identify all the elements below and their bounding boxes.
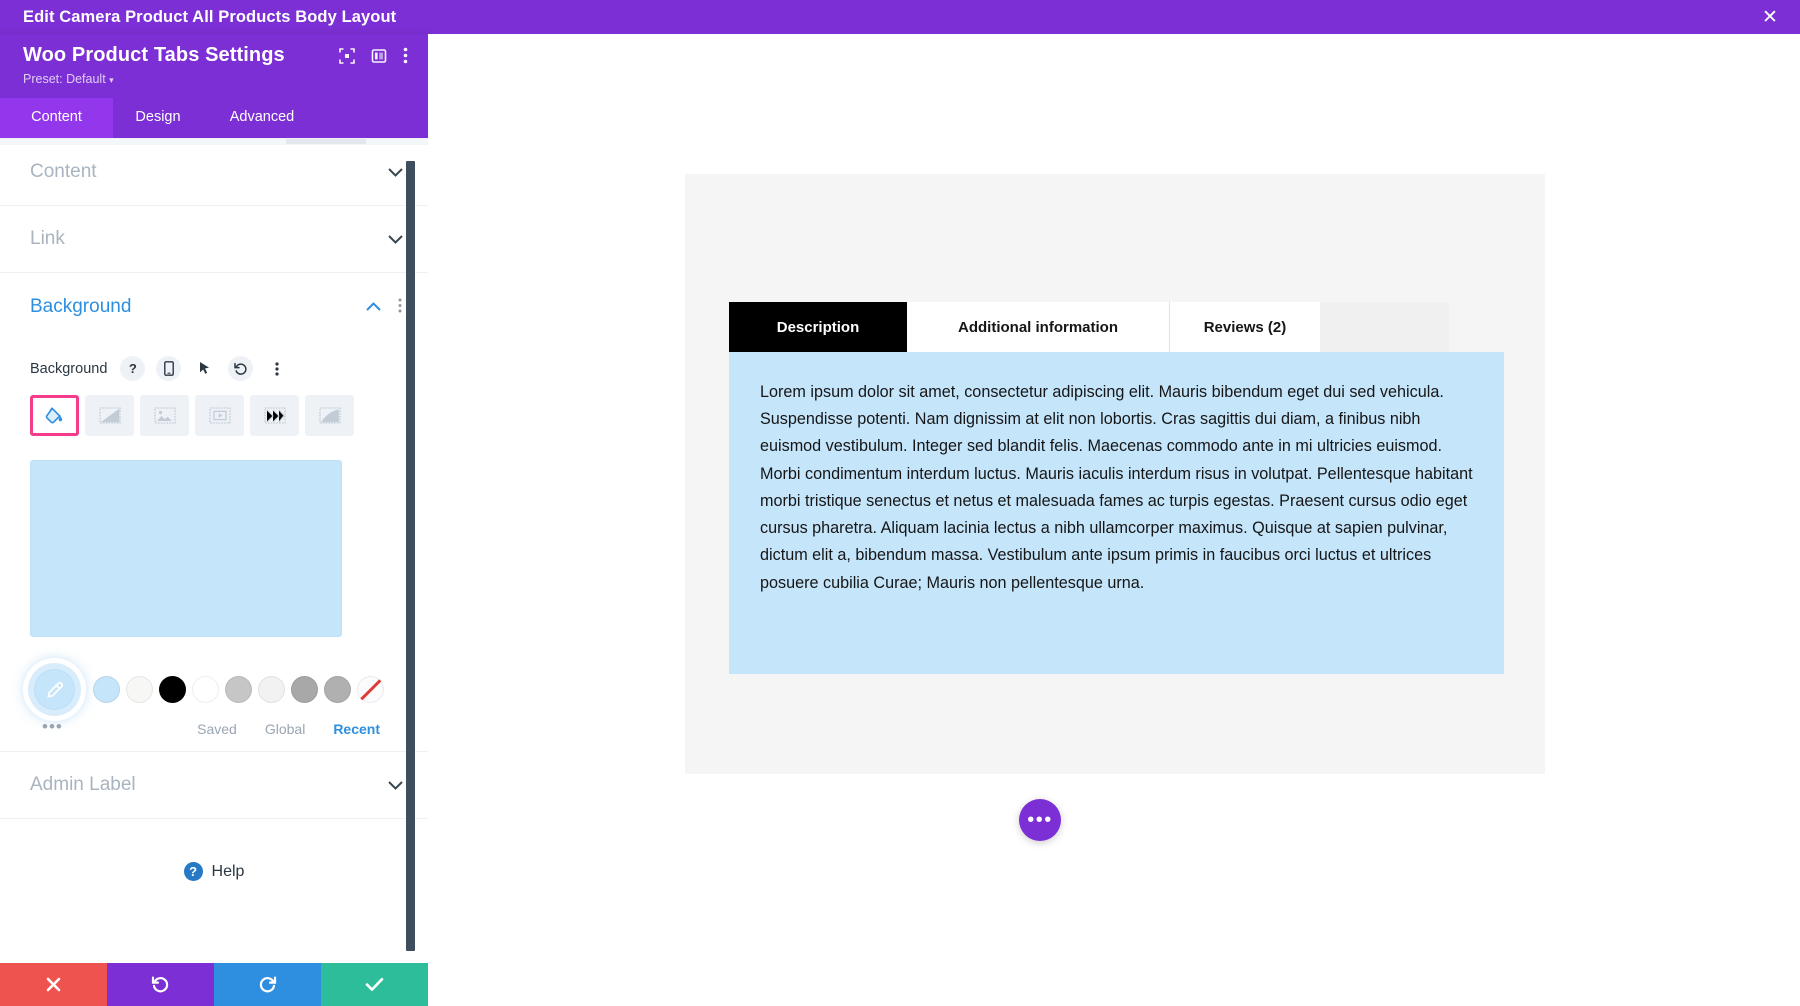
accordion-background-header[interactable]: Background [0,273,428,340]
product-tab-description[interactable]: Description [729,302,907,352]
background-pattern-type[interactable] [250,395,299,436]
swatch-darkgrey[interactable] [291,676,318,703]
eyedropper-icon [34,669,75,710]
reset-icon[interactable] [228,356,254,381]
redo-button[interactable] [214,963,321,1006]
top-bar: Edit Camera Product All Products Body La… [0,0,1800,34]
chevron-down-icon: ▾ [109,75,114,85]
background-color-preview[interactable] [30,460,342,637]
settings-scroll-area: Content Link Background Background ? •••… [0,138,428,963]
swatch-grey[interactable] [225,676,252,703]
more-options-icon[interactable] [264,356,289,381]
background-field-label: Background [30,360,108,377]
layout-panel-icon[interactable] [371,48,387,64]
swatch-lightblue[interactable] [93,676,120,703]
help-icon: ? [183,862,203,881]
help-label: Help [211,862,245,880]
eyedropper-button[interactable] [28,663,81,716]
module-settings-title: Woo Product Tabs Settings [23,44,285,66]
accordion-background: Background Background ? ••• Saved Global… [0,273,428,752]
background-options-icon[interactable] [397,298,403,315]
product-tab-panel: Lorem ipsum dolor sit amet, consectetur … [729,352,1504,674]
background-image-type[interactable] [140,395,189,436]
accordion-admin-label[interactable]: Admin Label [0,752,428,819]
more-colors-icon[interactable]: ••• [0,716,63,735]
accordion-link[interactable]: Link [0,206,428,273]
product-tab-additional-information[interactable]: Additional information [907,302,1170,352]
accordion-content-label: Content [30,161,97,182]
swatch-black[interactable] [159,676,186,703]
product-tab-filler [1320,302,1449,352]
background-field-row: Background ? [0,340,428,381]
swatch-transparent[interactable] [357,676,384,703]
background-video-type[interactable] [195,395,244,436]
panel-scrollbar[interactable] [406,161,415,951]
layout-title: Edit Camera Product All Products Body La… [23,7,397,26]
chevron-up-icon [366,302,381,311]
save-button[interactable] [321,963,428,1006]
swatch-midgrey[interactable] [324,676,351,703]
swatch-lightgrey[interactable] [258,676,285,703]
settings-panel-header: Woo Product Tabs Settings Preset: Defaul… [0,34,428,98]
app-root: Edit Camera Product All Products Body La… [0,0,1800,1006]
swatch-offwhite[interactable] [126,676,153,703]
accordion-content[interactable]: Content [0,139,428,206]
accordion-link-label: Link [30,228,65,249]
panel-action-bar [0,963,428,1006]
tab-design[interactable]: Design [113,98,203,138]
responsive-mobile-icon[interactable] [156,356,182,381]
swatch-white[interactable] [192,676,219,703]
more-vertical-icon[interactable] [403,47,408,64]
settings-panel: Woo Product Tabs Settings Preset: Defaul… [0,34,428,1006]
preset-selector[interactable]: Preset: Default ▾ [0,67,428,86]
tab-advanced[interactable]: Advanced [203,98,321,138]
help-icon[interactable]: ? [120,356,146,381]
color-swatch-row [0,637,428,716]
accordion-admin-label-label: Admin Label [30,774,136,795]
background-color-type[interactable] [30,395,79,436]
chevron-down-icon [388,167,403,177]
product-tab-reviews[interactable]: Reviews (2) [1170,302,1320,352]
preset-label: Preset: Default [23,72,106,86]
product-description-text: Lorem ipsum dolor sit amet, consectetur … [760,383,1473,592]
tab-global-colors[interactable]: Global [265,721,305,737]
chevron-down-icon [388,780,403,790]
background-gradient-type[interactable] [85,395,134,436]
product-tab-bar: Description Additional information Revie… [729,302,1449,352]
tab-content[interactable]: Content [0,98,113,138]
close-icon[interactable]: ✕ [1740,0,1800,34]
cancel-button[interactable] [0,963,107,1006]
scroll-top-edge [0,139,428,145]
hover-cursor-icon[interactable] [192,356,217,381]
background-type-selector [0,381,428,436]
preview-canvas: Description Additional information Revie… [428,34,1800,1006]
product-tabs-module: Description Additional information Revie… [685,174,1545,774]
tab-saved-colors[interactable]: Saved [197,721,237,737]
tab-recent-colors[interactable]: Recent [333,721,380,737]
background-mask-type[interactable] [305,395,354,436]
accordion-background-label: Background [30,295,132,317]
color-source-tabs: Saved Global Recent [0,721,428,737]
chevron-down-icon [388,234,403,244]
undo-button[interactable] [107,963,214,1006]
page-settings-fab[interactable]: ••• [1019,799,1061,841]
focus-icon[interactable] [339,47,355,64]
settings-tab-bar: Content Design Advanced [0,98,428,138]
help-link[interactable]: ? Help [0,819,428,881]
